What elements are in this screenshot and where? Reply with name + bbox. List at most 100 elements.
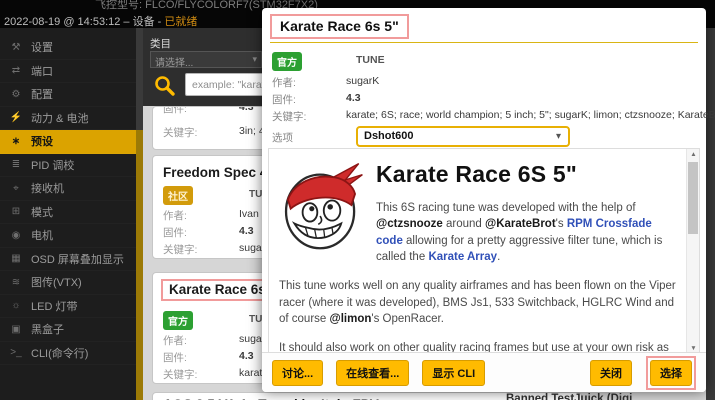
preset-badge-row: 官方TUNE: [163, 311, 193, 330]
keywords-value: karate; 6S; race; world champion; 5 inch…: [346, 109, 715, 121]
author-label: 作者:: [163, 335, 187, 347]
sidebar-item-label: 黑盒子: [31, 321, 64, 337]
preset-kw-row: 关键字:karate: [163, 367, 197, 382]
sidebar-item-label: 端口: [31, 63, 53, 79]
dialog-title-divider: [270, 42, 698, 43]
sidebar-item-label: LED 灯带: [31, 298, 77, 314]
sidebar-item-power-battery[interactable]: ⚡动力 & 电池: [0, 107, 136, 131]
sidebar-item-presets[interactable]: ∗预设: [0, 130, 136, 154]
sidebar-item-label: 模式: [31, 204, 53, 220]
text: 's: [556, 218, 567, 230]
search-icon: [153, 74, 177, 98]
author-label: 作者:: [272, 77, 296, 89]
close-button[interactable]: 关闭: [590, 360, 632, 386]
category-select[interactable]: 请选择...▾: [150, 51, 262, 68]
sidebar-item-modes[interactable]: ⊞模式: [0, 201, 136, 225]
dialog-options-row: 选项 Dshot600▾: [272, 130, 293, 145]
author-value: sugarK: [346, 75, 379, 87]
preset-fw-row: 固件:4.3: [163, 225, 187, 240]
sidebar-item-vtx[interactable]: ≋ 图传(VTX): [0, 271, 136, 295]
wrench-icon: ⚒: [9, 42, 23, 53]
sidebar-item-ports[interactable]: ⇄ 端口: [0, 60, 136, 84]
sidebar-nav: ⚒设置 ⇄ 端口 ⚙ 配置 ⚡动力 & 电池 ∗预设 ≣ PID 调校 ⌖接收机 ⊞模…: [0, 28, 136, 400]
scroll-up-arrow[interactable]: ▲: [687, 149, 700, 161]
text: This 6S racing tune was developed with t…: [376, 202, 636, 214]
status-line: 2022-08-19 @ 14:53:12 – 设备 - 已就绪: [4, 13, 197, 28]
firmware-label: 固件:: [272, 94, 296, 106]
scrollbar-thumb[interactable]: [688, 162, 698, 234]
sidebar-item-osd[interactable]: ▦ OSD 屏幕叠加显示: [0, 248, 136, 272]
options-label: 选项: [272, 132, 293, 144]
firmware-value: 4.3: [346, 92, 361, 104]
sidebar-item-cli[interactable]: >_ CLI(命令行): [0, 342, 136, 366]
sidebar-item-label: CLI(命令行): [31, 345, 88, 361]
dialog-category: TUNE: [356, 54, 385, 66]
osd-screen-icon: ▦: [9, 253, 23, 264]
mention-ctzsnooze: @ctzsnooze: [376, 218, 443, 230]
sliders-icon: ≣: [9, 159, 23, 170]
link-karate-array[interactable]: Karate Array: [428, 251, 497, 263]
preset-author-row: 作者:Ivan Ef: [163, 208, 187, 223]
status-state: 已就绪: [164, 16, 197, 28]
sidebar-item-led-strip[interactable]: ☼ LED 灯带: [0, 295, 136, 319]
preset-author-row: 作者:sugarK: [163, 333, 187, 348]
mention-limon: @limon: [330, 313, 372, 325]
plug-icon: ⇄: [9, 65, 23, 76]
preset-fw-row: 固件:4.3: [163, 350, 187, 365]
dialog-firmware-row: 固件:4.3: [272, 92, 296, 107]
sidebar-item-label: OSD 屏幕叠加显示: [31, 251, 124, 267]
category-select-value: 请选择...: [155, 58, 193, 69]
motor-icon: ◉: [9, 230, 23, 241]
sidebar-item-blackbox[interactable]: ▣ 黑盒子: [0, 318, 136, 342]
text: around: [443, 218, 485, 230]
sidebar-item-pid-tuning[interactable]: ≣ PID 调校: [0, 154, 136, 178]
receiver-icon: ⌖: [9, 183, 23, 194]
sidebar-item-label: 配置: [31, 86, 53, 102]
chevron-down-icon: ▾: [556, 131, 561, 142]
dialog-keywords-row: 关键字:karate; 6S; race; world champion; 5 …: [272, 109, 306, 124]
fw-value: 4.3: [239, 225, 254, 237]
preset-badge-row: 社区TUNE: [163, 186, 193, 205]
options-select[interactable]: Dshot600 ▾: [356, 126, 570, 147]
sdcard-icon: ▣: [9, 324, 23, 335]
battery-icon: ⚡: [9, 112, 23, 123]
text: 's OpenRacer.: [371, 313, 444, 325]
app-window: 飞控型号: FLCO/FLYCOLORF7(STM32F7X2) 2022-08…: [0, 0, 715, 400]
dialog-badge-row: 官方TUNE: [272, 52, 302, 71]
description-scrollbar[interactable]: ▲ ▼: [686, 149, 699, 355]
dialog-footer-left: 讨论... 在线查看... 显示 CLI: [272, 360, 485, 386]
terminal-icon: >_: [9, 347, 23, 358]
options-select-value: Dshot600: [364, 130, 414, 142]
active-tab-accent-strip: [136, 130, 143, 400]
antenna-icon: ≋: [9, 277, 23, 288]
magic-wand-icon: ∗: [9, 136, 23, 147]
sidebar-item-configuration[interactable]: ⚙ 配置: [0, 83, 136, 107]
discuss-button[interactable]: 讨论...: [272, 360, 323, 386]
mention-karatebrot: @KarateBrot: [485, 218, 556, 230]
status-separator: – 设备 -: [120, 16, 164, 28]
text: .: [497, 251, 500, 263]
sidebar-item-receiver[interactable]: ⌖接收机: [0, 177, 136, 201]
gear-icon: ⚙: [9, 89, 23, 100]
pick-button-annotation: 选择: [646, 356, 696, 390]
meme-face-image: [279, 159, 363, 251]
keywords-label: 关键字:: [272, 111, 306, 123]
pick-button[interactable]: 选择: [650, 360, 692, 386]
led-icon: ☼: [9, 300, 23, 311]
sidebar-item-label: 电机: [31, 227, 53, 243]
official-badge: 官方: [163, 311, 193, 330]
view-online-button[interactable]: 在线查看...: [336, 360, 409, 386]
dialog-footer-right: 关闭 选择: [590, 356, 696, 390]
keywords-label: 关键字:: [163, 127, 197, 139]
kw-label: 关键字:: [163, 369, 197, 381]
status-time: 2022-08-19 @ 14:53:12: [4, 16, 120, 28]
sidebar-item-label: 图传(VTX): [31, 274, 82, 290]
sidebar-item-label: PID 调校: [31, 157, 74, 173]
category-label: 类目: [150, 36, 171, 51]
community-badge: 社区: [163, 186, 193, 205]
sidebar-item-setup[interactable]: ⚒设置: [0, 36, 136, 60]
preset-kw-row: 关键字:sugarK: [163, 242, 197, 257]
sidebar-item-motors[interactable]: ◉ 电机: [0, 224, 136, 248]
show-cli-button[interactable]: 显示 CLI: [422, 360, 485, 386]
fw-value: 4.3: [239, 350, 254, 362]
